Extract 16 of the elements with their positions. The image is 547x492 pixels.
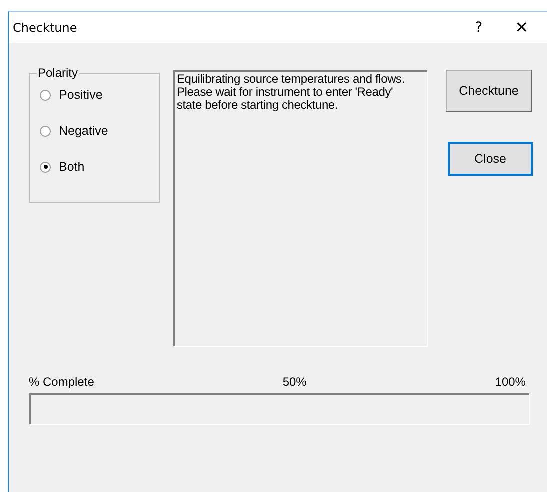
- group-title: Polarity: [37, 66, 80, 80]
- progress-label: 50%: [282, 375, 307, 389]
- radio-option[interactable]: Positive: [40, 86, 159, 104]
- progress-label: % Complete: [29, 375, 94, 389]
- window-title: Checktune: [13, 20, 78, 34]
- help-button[interactable]: ?: [461, 12, 497, 42]
- radio-option[interactable]: Negative: [40, 122, 159, 140]
- radio-button[interactable]: [40, 162, 51, 172]
- progress-label: 100%: [495, 375, 526, 389]
- dialog-close-button[interactable]: Close: [448, 142, 533, 176]
- close-button[interactable]: ✕: [497, 12, 547, 42]
- radio-option[interactable]: Both: [40, 158, 159, 176]
- checktune-button[interactable]: Checktune: [446, 70, 532, 112]
- status-message: Equilibrating source temperatures and flows. Please wait for instrument to enter 'Ready' state before starting checktune.: [173, 70, 428, 347]
- radio-button[interactable]: [40, 90, 51, 100]
- radio-button[interactable]: [40, 126, 51, 136]
